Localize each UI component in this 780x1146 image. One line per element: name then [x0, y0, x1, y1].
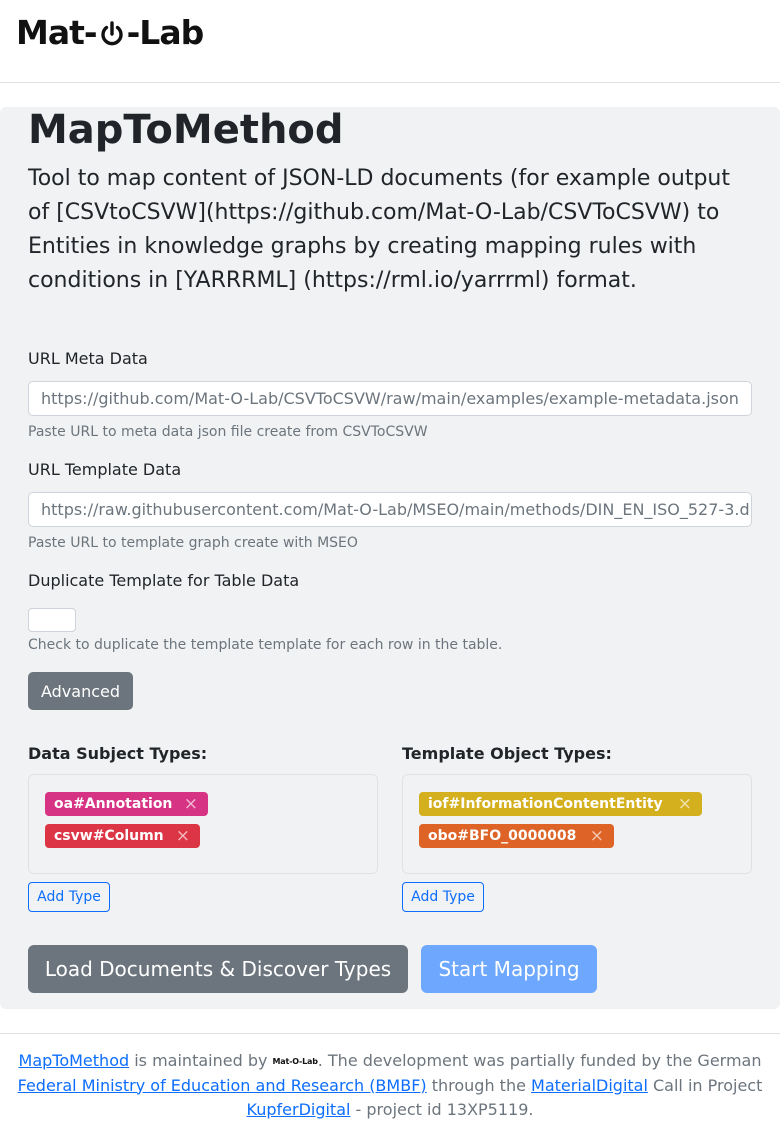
bmbf-link[interactable]: Federal Ministry of Education and Resear…: [18, 1076, 427, 1095]
duplicate-help: Check to duplicate the template template…: [28, 637, 503, 653]
close-icon[interactable]: ×: [590, 824, 604, 848]
footer-text: through the: [426, 1075, 532, 1095]
tag-label: oa#Annotation: [54, 796, 173, 812]
close-icon[interactable]: ×: [176, 824, 190, 848]
tag-oa-annotation: oa#Annotation ×: [45, 792, 208, 816]
add-subject-type-button[interactable]: Add Type: [28, 882, 110, 912]
tag-iof-information-content-entity: iof#InformationContentEntity ×: [419, 792, 702, 816]
subject-types-heading: Data Subject Types:: [28, 744, 208, 763]
logo-text-right: -Lab: [126, 12, 205, 52]
close-icon[interactable]: ×: [678, 792, 692, 816]
kupferdigital-link[interactable]: KupferDigital: [247, 1100, 351, 1119]
meta-url-label: URL Meta Data: [28, 349, 148, 368]
load-documents-button[interactable]: Load Documents & Discover Types: [28, 945, 408, 993]
duplicate-label: Duplicate Template for Table Data: [28, 571, 300, 590]
tag-csvw-column: csvw#Column ×: [45, 824, 200, 848]
tag-label: csvw#Column: [54, 828, 164, 844]
tag-label: obo#BFO_0000008: [428, 828, 577, 844]
template-url-help: Paste URL to template graph create with …: [28, 535, 358, 551]
footer-text: Call in Project: [647, 1075, 763, 1095]
duplicate-switch[interactable]: [28, 608, 76, 632]
object-types-box[interactable]: iof#InformationContentEntity × obo#BFO_0…: [402, 774, 752, 874]
materialdigital-link[interactable]: MaterialDigital: [531, 1076, 648, 1095]
footer: MapToMethod is maintained by Mat-O-Lab. …: [8, 1049, 772, 1122]
mat-o-lab-logo[interactable]: Mat- -Lab: [16, 12, 205, 52]
subject-types-box[interactable]: oa#Annotation × csvw#Column ×: [28, 774, 378, 874]
meta-url-input[interactable]: https://github.com/Mat-O-Lab/CSVToCSVW/r…: [28, 381, 752, 416]
footer-text: . The development was partially funded b…: [317, 1051, 762, 1070]
maptomethod-link[interactable]: MapToMethod: [19, 1051, 130, 1070]
power-icon: [98, 17, 126, 47]
add-object-type-button[interactable]: Add Type: [402, 882, 484, 912]
page-title: MapToMethod: [28, 107, 344, 153]
mat-o-lab-mini-logo: Mat-O-Lab: [272, 1056, 318, 1066]
object-types-heading: Template Object Types:: [402, 744, 612, 763]
tag-label: iof#InformationContentEntity: [428, 796, 663, 812]
template-url-input[interactable]: https://raw.githubusercontent.com/Mat-O-…: [28, 492, 752, 527]
page-description: Tool to map content of JSON-LD documents…: [28, 166, 730, 293]
advanced-button[interactable]: Advanced: [28, 672, 133, 710]
logo-text-left: Mat-: [16, 12, 98, 52]
footer-text: is maintained by: [129, 1051, 273, 1070]
footer-text: - project id 13XP5119.: [350, 1099, 534, 1119]
close-icon[interactable]: ×: [184, 792, 198, 816]
footer-divider: [0, 1033, 780, 1034]
navbar: Mat- -Lab: [0, 0, 780, 83]
template-url-label: URL Template Data: [28, 460, 182, 479]
start-mapping-button[interactable]: Start Mapping: [421, 945, 597, 993]
tag-obo-bfo: obo#BFO_0000008 ×: [419, 824, 614, 848]
meta-url-help: Paste URL to meta data json file create …: [28, 424, 428, 440]
